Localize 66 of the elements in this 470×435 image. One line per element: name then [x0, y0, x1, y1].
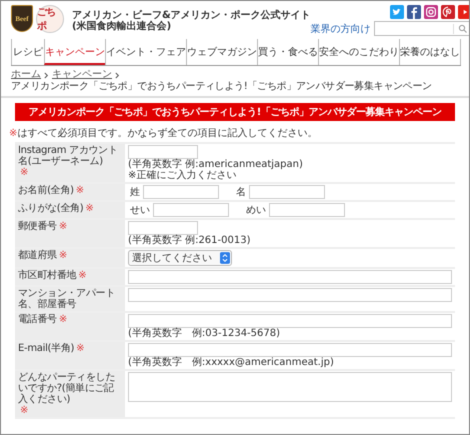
input-field[interactable]	[143, 185, 219, 199]
field-prefix: めい	[246, 204, 266, 217]
field-label: 都道府県	[18, 250, 57, 261]
gochipo-logo[interactable]: ごちポ	[36, 5, 64, 33]
required-mark: ※	[76, 185, 84, 196]
nav-tab[interactable]: 安全へのこだわり	[318, 39, 399, 65]
stepper-icon	[220, 252, 230, 264]
pinterest-icon[interactable]	[440, 5, 455, 19]
instagram-icon[interactable]	[424, 5, 438, 19]
input-field[interactable]	[128, 145, 198, 159]
prefecture-select[interactable]: 選択してください	[128, 250, 232, 266]
campaign-banner: アメリカンポーク「ごちポ」でおうちパーティしよう!「ごちポ」アンバサダー募集キャンペーン	[15, 103, 455, 121]
input-field[interactable]	[128, 221, 198, 235]
required-mark: ※	[58, 314, 67, 325]
input-field[interactable]	[153, 203, 229, 217]
breadcrumb-link[interactable]: ホーム	[11, 69, 41, 81]
youtube-icon[interactable]	[458, 5, 469, 19]
input-field[interactable]	[128, 288, 452, 302]
required-mark: ※	[85, 203, 94, 214]
search-icon[interactable]	[452, 24, 468, 34]
facebook-icon[interactable]	[406, 5, 421, 19]
field-prefix: 名	[236, 186, 246, 199]
nav-tab[interactable]: ウェブマガジン	[186, 39, 257, 65]
field-label: E-mail(半角)	[18, 343, 74, 354]
industry-link[interactable]: 業界の方向け	[310, 22, 371, 36]
input-field[interactable]	[128, 314, 452, 328]
site-title: アメリカン・ビーフ&アメリカン・ポーク公式サイト	[72, 10, 311, 21]
input-field[interactable]	[128, 343, 452, 357]
field-label: Instagram アカウント名(ユーザーネーム)	[18, 145, 119, 167]
field-prefix: 姓	[130, 186, 140, 199]
field-label: 市区町村番地	[18, 270, 76, 281]
chevron-icon	[115, 72, 120, 78]
text-area[interactable]	[128, 372, 452, 402]
nav-tab[interactable]: イベント・フェア	[105, 39, 186, 65]
nav-tab[interactable]: 買う・食べる	[257, 39, 318, 65]
twitter-icon[interactable]	[390, 5, 404, 19]
field-hint: (半角英数字 例:xxxxx@americanmeat.jp)	[128, 357, 334, 368]
field-label: マンション・アパート名、部屋番号	[18, 288, 116, 310]
input-field[interactable]	[128, 270, 452, 284]
required-mark: ※	[76, 343, 84, 354]
required-mark: ※	[58, 221, 67, 232]
required-mark: ※	[20, 405, 28, 416]
field-label: ふりがな(全角)	[18, 203, 84, 214]
nav-tab[interactable]: 栄養のはなし	[399, 39, 461, 65]
chevron-icon	[44, 72, 49, 78]
field-hint: ※正確にご入力ください	[128, 170, 236, 181]
breadcrumb-current: アメリカンポーク「ごちポ」でおうちパーティしよう!「ごちポ」アンバサダー募集キャンペーン	[11, 81, 432, 93]
breadcrumb-link[interactable]: キャンペーン	[52, 69, 112, 81]
search-field[interactable]	[374, 21, 469, 36]
site-title: (米国食肉輸出連合会)	[72, 21, 172, 32]
required-note: ※はすべて必須項目です。かならず全ての項目に記入してください。	[9, 126, 318, 140]
field-hint: (半角英数字 例:americanmeatjapan)	[128, 159, 303, 170]
field-prefix: せい	[130, 204, 150, 217]
nav-tab[interactable]: キャンペーン	[44, 39, 105, 65]
required-mark: ※	[58, 250, 67, 261]
field-hint: (半角英数字 例:03-1234-5678)	[128, 328, 280, 339]
field-label: どんなパーティをしたいですか?(簡単にご記入ください)	[18, 372, 116, 405]
input-field[interactable]	[249, 185, 325, 199]
field-label: お名前(全角)	[18, 185, 74, 196]
required-mark: ※	[20, 167, 28, 178]
input-field[interactable]	[269, 203, 345, 217]
required-mark: ※	[78, 270, 86, 281]
field-label: 郵便番号	[18, 221, 57, 232]
nav-tab[interactable]: レシピ	[11, 39, 44, 65]
field-hint: (半角英数字 例:261-0013)	[128, 235, 250, 246]
field-label: 電話番号	[18, 314, 57, 325]
